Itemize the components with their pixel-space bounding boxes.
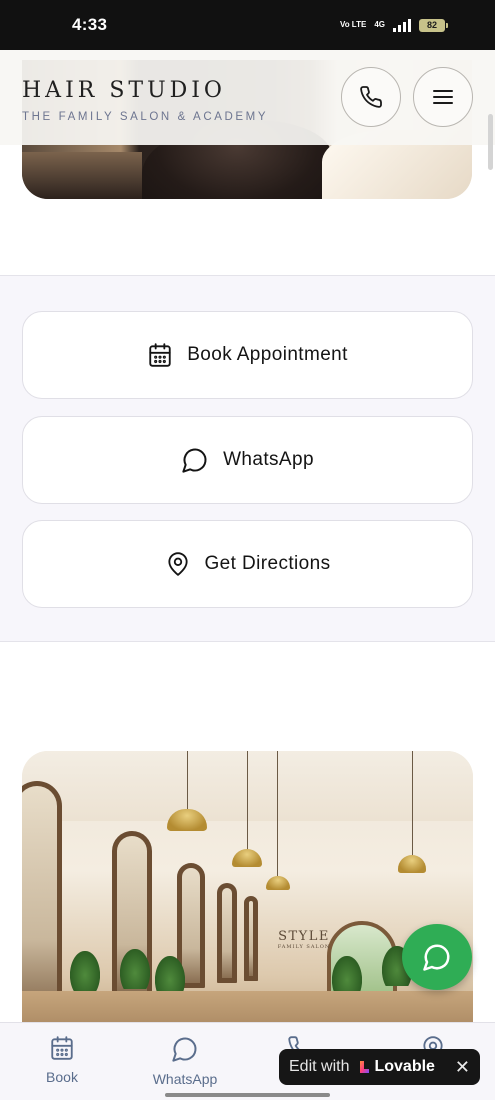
- battery-level: 82: [426, 20, 437, 30]
- brand-title[interactable]: HAIR STUDIO: [22, 78, 226, 103]
- data-type: 4G: [374, 20, 385, 29]
- brand-subtitle: THE FAMILY SALON & ACADEMY: [22, 111, 269, 123]
- get-directions-label: Get Directions: [204, 553, 331, 574]
- status-time: 4:33: [72, 15, 108, 34]
- signal-icon: [393, 18, 411, 32]
- hamburger-menu-icon: [433, 90, 453, 104]
- style-sign-sub: FAMILY SALON: [277, 944, 331, 950]
- status-bar: 4:33 Vo LTE 4G 82: [0, 0, 495, 50]
- whatsapp-icon: [423, 944, 450, 971]
- salon-interior-image: STYLE FAMILY SALON: [22, 751, 473, 1051]
- status-indicators: Vo LTE 4G 82: [339, 18, 448, 32]
- site-header: HAIR STUDIO THE FAMILY SALON & ACADEMY: [0, 50, 495, 145]
- whatsapp-button[interactable]: WhatsApp: [22, 416, 473, 504]
- close-icon[interactable]: ✕: [455, 1058, 470, 1076]
- edit-with-lovable-badge[interactable]: Edit with Lovable ✕: [279, 1049, 480, 1085]
- book-appointment-button[interactable]: Book Appointment: [22, 311, 473, 399]
- book-appointment-label: Book Appointment: [187, 344, 348, 365]
- map-pin-icon: [167, 552, 188, 576]
- lovable-brand: Lovable: [374, 1058, 435, 1075]
- call-button[interactable]: [341, 67, 401, 127]
- whatsapp-fab-button[interactable]: [402, 924, 472, 990]
- edit-with-text: Edit with: [289, 1058, 350, 1075]
- style-sign-main: STYLE: [278, 929, 330, 944]
- nav-book[interactable]: Book: [17, 1035, 107, 1085]
- get-directions-button[interactable]: Get Directions: [22, 520, 473, 608]
- nav-book-label: Book: [46, 1069, 78, 1085]
- nav-whatsapp[interactable]: WhatsApp: [140, 1035, 230, 1087]
- calendar-icon: [149, 343, 171, 367]
- chat-bubble-icon: [182, 448, 207, 473]
- battery-icon: 82: [419, 18, 448, 32]
- lovable-logo-icon: [357, 1060, 371, 1074]
- home-indicator[interactable]: [165, 1093, 330, 1097]
- phone-icon: [360, 86, 382, 108]
- chat-bubble-icon: [172, 1037, 197, 1062]
- calendar-icon: [51, 1036, 73, 1060]
- whatsapp-label: WhatsApp: [223, 449, 314, 470]
- scrollbar[interactable]: [488, 114, 493, 170]
- quick-actions-section: Book Appointment WhatsApp Get Directions: [0, 275, 495, 642]
- nav-whatsapp-label: WhatsApp: [152, 1071, 218, 1087]
- menu-button[interactable]: [413, 67, 473, 127]
- network-type: Vo LTE: [339, 20, 367, 29]
- style-sign: STYLE FAMILY SALON: [274, 929, 334, 950]
